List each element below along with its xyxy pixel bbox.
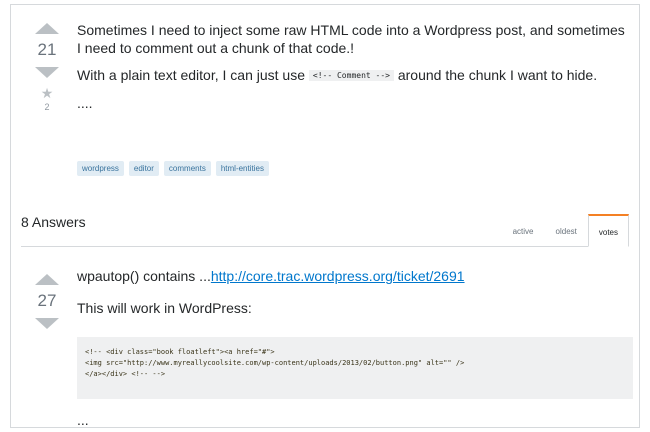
question-vote-cell: 21 ★ 2 bbox=[27, 23, 67, 112]
question-paragraph-1: Sometimes I need to inject some raw HTML… bbox=[77, 22, 625, 56]
question-paragraph-2-end: around the chunk I want to hide. bbox=[393, 67, 598, 83]
tab-oldest[interactable]: oldest bbox=[545, 214, 588, 247]
favorite-count: 2 bbox=[44, 102, 50, 112]
question-body: Sometimes I need to inject some raw HTML… bbox=[77, 21, 625, 121]
stackexchange-page: 21 ★ 2 Sometimes I need to inject some r… bbox=[10, 4, 640, 428]
favorite-star-icon[interactable]: ★ bbox=[27, 86, 67, 100]
tab-votes[interactable]: votes bbox=[587, 214, 629, 247]
tag-html-entities[interactable]: html-entities bbox=[215, 161, 269, 176]
tab-active[interactable]: active bbox=[502, 214, 545, 247]
trac-ticket-link[interactable]: http://core.trac.wordpress.org/ticket/26… bbox=[211, 268, 465, 284]
question-paragraph-2-text: With a plain text editor, I can just use bbox=[77, 67, 309, 83]
answers-count: 8 Answers bbox=[21, 214, 86, 230]
answer-score: 27 bbox=[37, 291, 57, 310]
inline-code: <!-- Comment --> bbox=[308, 70, 394, 81]
answer-code-block: <!-- <div class="book floatleft"><a href… bbox=[77, 337, 633, 399]
answer-ellipsis: ... bbox=[77, 412, 89, 428]
tag-comments[interactable]: comments bbox=[163, 161, 211, 176]
question-score: 21 bbox=[37, 40, 57, 59]
answer-vote-cell: 27 bbox=[27, 274, 67, 329]
answer-line-1-text: wpautop() contains ... bbox=[77, 268, 211, 284]
question-downvote-icon[interactable] bbox=[35, 67, 59, 78]
answer-downvote-icon[interactable] bbox=[35, 318, 59, 329]
answer-line-2: This will work in WordPress: bbox=[77, 300, 252, 316]
answer-line-1: wpautop() contains ...http://core.trac.w… bbox=[77, 267, 633, 285]
tag-editor[interactable]: editor bbox=[128, 161, 159, 176]
answer-body: wpautop() contains ...http://core.trac.w… bbox=[77, 267, 633, 317]
answer-upvote-icon[interactable] bbox=[35, 274, 59, 285]
question-paragraph-2: With a plain text editor, I can just use… bbox=[77, 66, 625, 85]
answer-sort-tabs: active oldest votes bbox=[502, 214, 629, 247]
question-tags: wordpress editor comments html-entities bbox=[77, 161, 269, 176]
tag-wordpress[interactable]: wordpress bbox=[77, 161, 124, 176]
question-ellipsis: .... bbox=[77, 95, 93, 111]
question-upvote-icon[interactable] bbox=[35, 23, 59, 34]
answers-header: 8 Answers active oldest votes bbox=[21, 210, 629, 247]
